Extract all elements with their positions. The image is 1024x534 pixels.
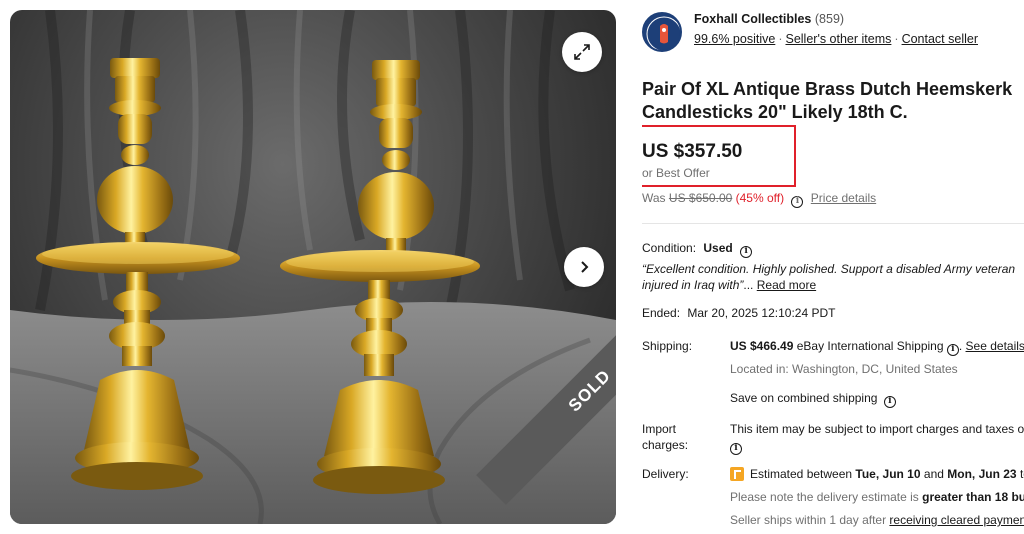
delivery-label: Delivery: [642,467,689,481]
ended-value: Mar 20, 2025 12:10:24 PDT [687,306,836,320]
next-image-button[interactable] [564,247,604,287]
seller-logo[interactable] [642,12,682,52]
delivery-date-start: Tue, Jun 10 [855,467,921,481]
info-icon[interactable]: i [883,395,896,408]
chevron-right-icon [581,261,589,273]
separator: · [894,32,899,46]
seller-name[interactable]: Foxhall Collectibles [694,12,811,26]
delivery-note: Please note the delivery estimate is gre… [730,490,1024,504]
seller-other-items-link[interactable]: Seller's other items [785,32,891,46]
delivery-date-end: Mon, Jun 23 [947,467,1017,481]
shipping-label: Shipping: [642,339,693,353]
item-price: US $357.50 [642,141,743,162]
import-label-line2: charges: [642,438,689,452]
seller-links: 99.6% positive · Seller's other items · Cont… [694,32,978,46]
read-more-link[interactable]: Read more [757,278,816,292]
shipping-method: eBay International Shipping [796,339,944,353]
was-price: US $650.00 [668,191,733,205]
separator: · [778,32,783,46]
condition-description: “Excellent condition. Highly polished. S… [642,261,1024,293]
seller-ships-prefix: Seller ships within 1 day after [730,513,887,527]
condition-quote-line2: injured in Iraq with” [642,278,744,292]
discount-label: (45% off) [735,191,785,205]
info-icon[interactable]: i [946,343,959,356]
delivery-estimate: Estimated between Tue, Jun 10 and Mon, J… [730,467,1024,481]
expand-icon [574,44,590,60]
item-location: Located in: Washington, DC, United State… [730,362,958,376]
cleared-payment-link[interactable]: receiving cleared payment [889,513,1024,527]
condition-row: Condition: Used i [642,241,753,258]
item-title-line2: Candlesticks 20" Likely 18th C. [642,102,908,122]
seller-feedback-count: (859) [814,12,845,26]
delivery-note-prefix: Please note the delivery estimate is [730,490,919,504]
was-label: Was [642,191,666,205]
item-title: Pair Of XL Antique Brass Dutch Heemskerk… [642,78,1024,124]
item-title-line1: Pair Of XL Antique Brass Dutch Heemskerk [642,79,1013,99]
combined-shipping-label: Save on combined shipping [730,391,878,405]
info-icon[interactable]: i [730,442,742,455]
import-charges-label: Import charges: [642,421,688,453]
delivery-to: to [1019,467,1024,481]
delivery-estimated-prefix: Estimated between [750,467,853,481]
shipping-value: US $466.49 eBay International Shipping i… [730,339,1024,356]
seller-logo-graphic [646,16,680,50]
delivery-and: and [923,467,944,481]
price-details-link[interactable]: Price details [811,191,876,205]
condition-label: Condition: [642,241,697,255]
delivery-note-bold: greater than 18 bu [922,490,1024,504]
expand-image-button[interactable] [562,32,602,72]
was-price-line: Was US $650.00 (45% off) i Price details [642,191,876,208]
combined-shipping: Save on combined shipping i [730,391,896,408]
see-details-link[interactable]: See details [966,339,1024,353]
info-icon[interactable]: i [791,195,804,208]
divider [642,223,1024,224]
seller-card: Foxhall Collectibles (859) 99.6% positiv… [642,10,1024,52]
condition-ellipsis: ... [743,278,754,292]
image-gallery[interactable]: SOLD [10,10,616,524]
import-label-line1: Import [642,422,677,436]
listing-details-panel: Foxhall Collectibles (859) 99.6% positiv… [642,0,1024,534]
condition-quote-line2-wrap: injured in Iraq with”... Read more [642,277,1024,293]
seller-positive-link[interactable]: 99.6% positive [694,32,775,46]
delivery-flag-icon [730,467,744,481]
condition-value: Used [703,241,733,255]
ended-label: Ended: [642,306,681,320]
info-icon[interactable]: i [740,245,753,258]
import-charges-value: This item may be subject to import charg… [730,421,1024,455]
best-offer-label: or Best Offer [642,166,710,180]
shipping-cost: US $466.49 [730,339,794,353]
seller-name-line: Foxhall Collectibles (859) [694,12,844,26]
seller-ships-note: Seller ships within 1 day after receivin… [730,513,1024,527]
import-charges-text: This item may be subject to import charg… [730,422,1024,436]
condition-quote-line1: “Excellent condition. Highly polished. S… [642,262,1016,276]
ended-row: Ended: Mar 20, 2025 12:10:24 PDT [642,306,835,320]
contact-seller-link[interactable]: Contact seller [902,32,978,46]
